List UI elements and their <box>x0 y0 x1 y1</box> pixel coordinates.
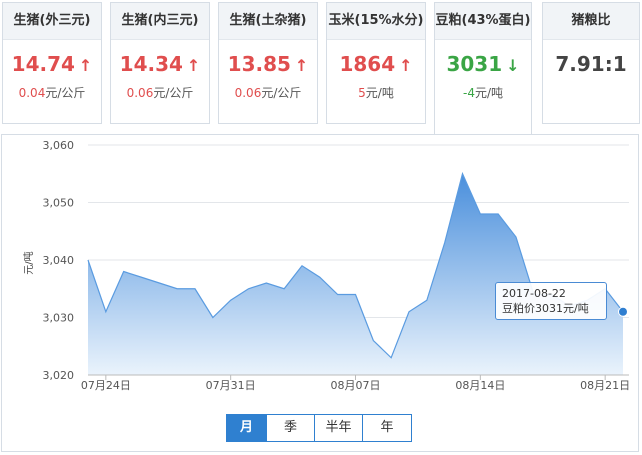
card-change-unit: 元/公斤 <box>45 86 86 100</box>
price-cards: 生猪(外三元) 14.74 ↑ 0.04元/公斤 生猪(内三元) 14.34 ↑ 0.06元/… <box>0 0 642 136</box>
price-card[interactable]: 豆粕(43%蛋白) 3031 ↓ -4元/吨 <box>434 2 532 136</box>
card-price: 7.91:1 <box>543 52 639 76</box>
x-tick-label: 08月21日 <box>580 379 630 392</box>
arrow-up-icon: ↑ <box>78 56 93 75</box>
card-price: 14.34 ↑ <box>111 52 209 76</box>
arrow-up-icon: ↑ <box>399 56 413 75</box>
tooltip-value: 豆粕价3031元/吨 <box>502 302 589 315</box>
card-change-unit: 元/吨 <box>365 86 394 100</box>
tooltip-date: 2017-08-22 <box>502 287 566 300</box>
y-tick-label: 3,040 <box>43 254 75 267</box>
card-change-value: 5 <box>358 86 366 100</box>
card-title: 生猪(土杂猪) <box>219 3 317 40</box>
card-title: 玉米(15%水分) <box>327 3 425 40</box>
x-tick-label: 07月31日 <box>206 379 256 392</box>
arrow-up-icon: ↑ <box>186 56 201 75</box>
card-change: -4元/吨 <box>435 84 531 101</box>
tab-year[interactable]: 年 <box>363 415 411 441</box>
area-fill <box>88 173 623 375</box>
card-price: 1864 ↑ <box>327 52 425 76</box>
card-change-unit: 元/公斤 <box>261 86 302 100</box>
card-price-value: 13.85 <box>227 52 291 76</box>
card-price-value: 14.74 <box>11 52 75 76</box>
price-card[interactable]: 生猪(内三元) 14.34 ↑ 0.06元/公斤 <box>110 2 210 124</box>
card-price: 3031 ↓ <box>435 52 531 76</box>
highlight-point <box>618 306 628 317</box>
card-price-value: 14.34 <box>119 52 183 76</box>
chart-tooltip: 2017-08-22 豆粕价3031元/吨 <box>495 282 607 320</box>
tab-half-year[interactable]: 半年 <box>315 415 363 441</box>
x-tick-label: 08月14日 <box>455 379 505 392</box>
y-tick-label: 3,030 <box>43 312 75 325</box>
y-tick-label: 3,050 <box>43 197 75 210</box>
card-change: 0.04元/公斤 <box>3 84 101 101</box>
card-price: 14.74 ↑ <box>3 52 101 76</box>
card-change: 0.06元/公斤 <box>219 84 317 101</box>
price-card[interactable]: 生猪(土杂猪) 13.85 ↑ 0.06元/公斤 <box>218 2 318 124</box>
card-price-value: 1864 <box>339 52 396 76</box>
price-card[interactable]: 猪粮比 7.91:1 <box>542 2 640 124</box>
price-card[interactable]: 生猪(外三元) 14.74 ↑ 0.04元/公斤 <box>2 2 102 124</box>
card-title: 豆粕(43%蛋白) <box>435 3 531 40</box>
x-tick-label: 07月24日 <box>81 379 131 392</box>
period-tabs: 月季半年年 <box>226 414 412 442</box>
y-tick-label: 3,020 <box>43 369 75 382</box>
arrow-up-icon: ↑ <box>294 56 309 75</box>
tab-quarter[interactable]: 季 <box>267 415 315 441</box>
tab-month[interactable]: 月 <box>227 415 267 441</box>
card-change: 5元/吨 <box>327 84 425 101</box>
card-change-unit: 元/吨 <box>474 86 503 100</box>
card-change-value: -4 <box>462 86 475 100</box>
card-change-value: 0.04 <box>18 86 46 100</box>
y-tick-label: 3,060 <box>43 139 75 152</box>
card-change: 0.06元/公斤 <box>111 84 209 101</box>
price-card[interactable]: 玉米(15%水分) 1864 ↑ 5元/吨 <box>326 2 426 124</box>
card-change-value: 0.06 <box>126 86 154 100</box>
card-title: 猪粮比 <box>543 3 639 40</box>
arrow-down-icon: ↓ <box>506 56 520 75</box>
card-price-value: 7.91:1 <box>555 52 627 76</box>
card-title: 生猪(外三元) <box>3 3 101 40</box>
card-price: 13.85 ↑ <box>219 52 317 76</box>
card-change-value: 0.06 <box>234 86 262 100</box>
x-tick-label: 08月07日 <box>331 379 381 392</box>
card-price-value: 3031 <box>446 52 503 76</box>
card-title: 生猪(内三元) <box>111 3 209 40</box>
card-change-unit: 元/公斤 <box>153 86 194 100</box>
y-axis-label: 元/吨 <box>22 251 35 274</box>
